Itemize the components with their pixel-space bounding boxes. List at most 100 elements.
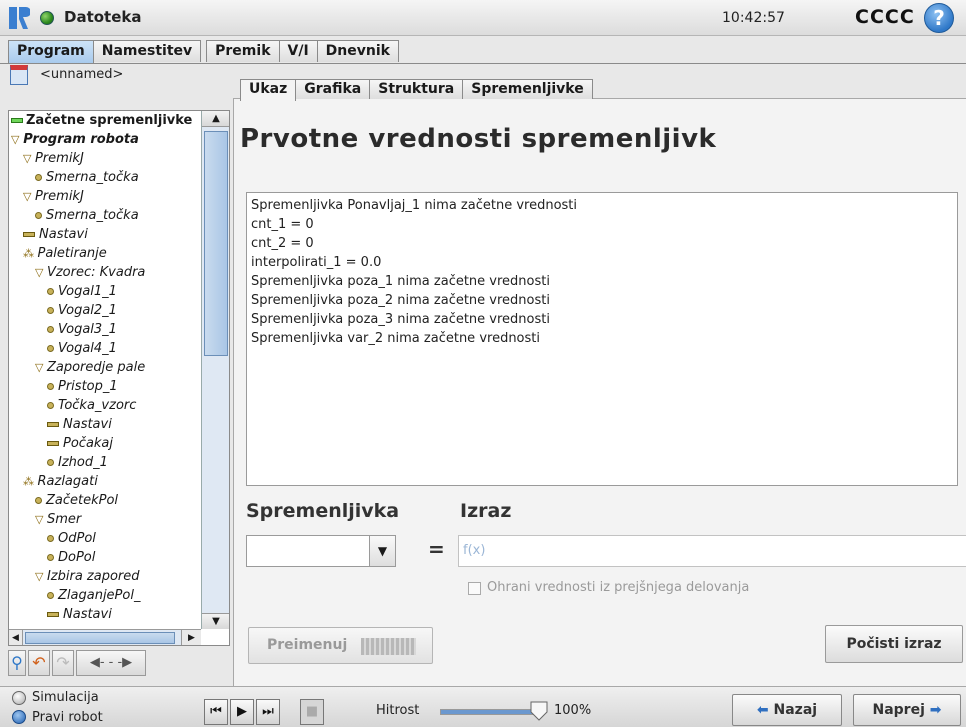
variable-line[interactable]: Spremenljivka poza_2 nima začetne vredno… (251, 291, 953, 310)
tree-item[interactable]: ▽ Izbira zapored (35, 567, 140, 586)
tree-hscroll-thumb[interactable] (25, 632, 175, 644)
tree-item[interactable]: Izhod_1 (47, 453, 108, 472)
tree-item[interactable]: ▽ Zaporedje pale (35, 358, 145, 377)
tab-move[interactable]: Premik (206, 40, 280, 62)
tree-item-label: Vogal3_1 (58, 322, 117, 337)
tree-item-label: Nastavi (39, 227, 88, 242)
tree-toolbar: ⚲ ↶ ↷ ◀- - -▶ (8, 650, 230, 680)
tree-item-label: ZlaganjePol_ (58, 588, 141, 603)
tree-vertical-scrollbar[interactable]: ▲ ▼ (201, 111, 229, 629)
tree-item[interactable]: ZačetekPol (35, 491, 118, 510)
tree-item[interactable]: ▽ Program robota (11, 130, 139, 149)
tree-item[interactable]: ▽ PremikJ (23, 187, 84, 206)
scroll-right-icon[interactable]: ▶ (181, 630, 201, 645)
rename-button[interactable]: Preimenuj (248, 627, 433, 664)
skip-back-icon[interactable]: ⏮ (204, 699, 228, 725)
chevron-down-icon[interactable]: ▼ (369, 536, 395, 566)
tree-item[interactable]: Nastavi (47, 605, 112, 624)
tree-item[interactable]: ⁂ Razlagati (23, 472, 98, 491)
file-menu-title[interactable]: Datoteka (64, 8, 142, 26)
tree-item[interactable]: Vogal2_1 (47, 301, 117, 320)
tree-item[interactable]: Vogal1_1 (47, 282, 117, 301)
keep-values-checkbox[interactable] (468, 582, 481, 595)
variable-line[interactable]: cnt_2 = 0 (251, 234, 953, 253)
variables-list[interactable]: Spremenljivka Ponavljaj_1 nima začetne v… (246, 192, 958, 486)
arrow-left-icon: ⬅ (756, 702, 769, 718)
tab-variables[interactable]: Spremenljivke (462, 79, 593, 99)
tree-item[interactable]: Točka_vzorc (47, 396, 136, 415)
tree-item[interactable]: ⁂ Paletiranje (23, 244, 107, 263)
back-button[interactable]: ⬅ Nazaj (732, 694, 842, 726)
waypoint-icon (47, 345, 54, 352)
next-button[interactable]: Naprej ➡ (853, 694, 961, 726)
tree-item[interactable]: DoPol (47, 548, 95, 567)
search-icon[interactable]: ⚲ (8, 650, 26, 676)
variable-line[interactable]: Spremenljivka var_2 nima začetne vrednos… (251, 329, 953, 348)
simulation-label: Simulacija (32, 690, 99, 705)
keep-values-label: Ohrani vrednosti iz prejšnjega delovanja (487, 580, 750, 595)
expression-input[interactable]: f(x) (458, 535, 966, 567)
simulation-radio[interactable] (12, 691, 26, 705)
tab-installation[interactable]: Namestitev (92, 40, 202, 62)
scroll-up-icon[interactable]: ▲ (202, 111, 229, 127)
variable-line[interactable]: Spremenljivka poza_1 nima začetne vredno… (251, 272, 953, 291)
equals-sign: = (428, 537, 445, 561)
variable-select[interactable]: ▼ (246, 535, 396, 567)
tree-item[interactable]: Vogal3_1 (47, 320, 117, 339)
tree-item[interactable]: ▽ Smer (35, 510, 81, 529)
waypoint-icon (47, 592, 54, 599)
tree-item[interactable]: ▽ PremikJ (23, 149, 84, 168)
variable-line[interactable]: Spremenljivka poza_3 nima začetne vredno… (251, 310, 953, 329)
tab-structure[interactable]: Struktura (369, 79, 464, 99)
tree-item[interactable]: Nastavi (23, 225, 88, 244)
tab-log[interactable]: Dnevnik (316, 40, 399, 62)
status-indicator-icon (40, 11, 54, 25)
tree-item[interactable]: Vogal4_1 (47, 339, 117, 358)
tree-item[interactable]: Počakaj (47, 434, 113, 453)
init-variables-icon (11, 118, 23, 123)
stop-icon[interactable]: ■ (300, 699, 324, 725)
sub-tabs: Ukaz Grafika Struktura Spremenljivke (240, 79, 593, 101)
tree-item[interactable]: Nastavi (47, 415, 112, 434)
waypoint-icon (47, 307, 54, 314)
pallet-icon: ⁂ (23, 475, 38, 488)
variable-line[interactable]: cnt_1 = 0 (251, 215, 953, 234)
step-icon[interactable]: ⏭ (256, 699, 280, 725)
tree-item[interactable]: ▽ Vzorec: Kvadra (35, 263, 145, 282)
undo-icon[interactable]: ↶ (28, 650, 50, 676)
program-name: <unnamed> (40, 67, 124, 82)
tree-item[interactable]: Začetne spremenljivke (11, 111, 193, 130)
variable-line[interactable]: Spremenljivka Ponavljaj_1 nima začetne v… (251, 196, 953, 215)
tree-item-label: Vogal1_1 (58, 284, 117, 299)
scroll-down-icon[interactable]: ▼ (202, 613, 229, 629)
speed-slider[interactable] (440, 709, 540, 715)
waypoint-icon (35, 212, 42, 219)
play-icon[interactable]: ▶ (230, 699, 254, 725)
tree-item[interactable]: Pristop_1 (47, 377, 118, 396)
variable-line[interactable]: interpolirati_1 = 0.0 (251, 253, 953, 272)
tab-graphics[interactable]: Grafika (295, 79, 371, 99)
help-button[interactable]: ? (924, 3, 954, 33)
tree-item-label: Vogal2_1 (58, 303, 117, 318)
redo-icon[interactable]: ↷ (52, 650, 74, 676)
expand-triangle-icon: ▽ (35, 570, 47, 583)
tab-io[interactable]: V/I (278, 40, 318, 62)
speed-fill (441, 710, 539, 714)
tree-horizontal-scrollbar[interactable]: ◀ ▶ (9, 629, 201, 645)
speed-slider-handle-icon[interactable] (530, 701, 548, 721)
tab-program[interactable]: Program (8, 40, 94, 64)
save-icon[interactable] (10, 65, 28, 85)
tab-command[interactable]: Ukaz (240, 79, 297, 101)
move-arrows-icon[interactable]: ◀- - -▶ (76, 650, 146, 676)
tree-item[interactable]: Smerna_točka (35, 206, 139, 225)
real-robot-radio[interactable] (12, 710, 26, 724)
tree-item[interactable]: Smerna_točka (35, 168, 139, 187)
program-tree: Začetne spremenljivke ▽ Program robota ▽ P… (8, 110, 230, 646)
tree-scroll-thumb[interactable] (204, 131, 228, 356)
speed-label: Hitrost (376, 703, 420, 718)
tree-item[interactable]: ZlaganjePol_ (47, 586, 140, 605)
scroll-left-icon[interactable]: ◀ (9, 630, 23, 645)
tree-item[interactable]: OdPol (47, 529, 96, 548)
clear-expression-button[interactable]: Počisti izraz (825, 625, 963, 663)
waypoint-icon (35, 174, 42, 181)
